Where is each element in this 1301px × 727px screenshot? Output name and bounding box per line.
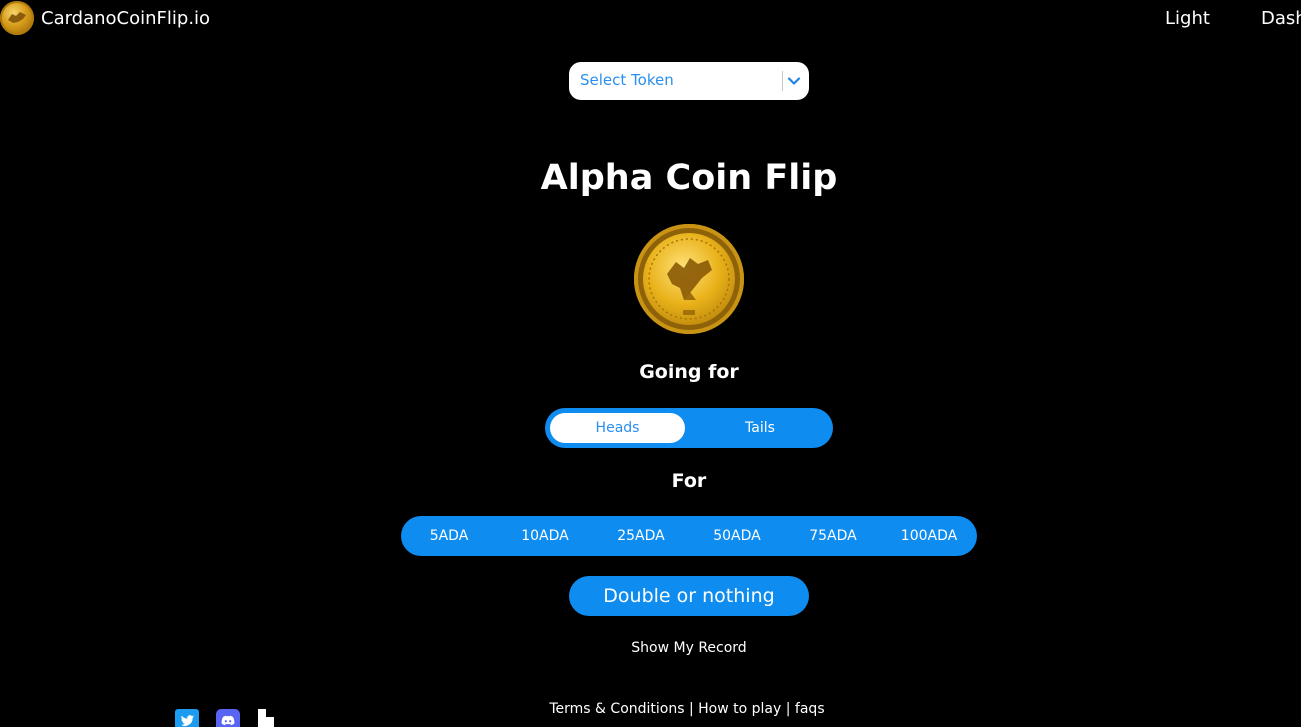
- show-record-link[interactable]: Show My Record: [0, 640, 1301, 656]
- coin-image: [634, 224, 744, 334]
- double-or-nothing-button[interactable]: Double or nothing: [569, 576, 809, 616]
- twitter-icon[interactable]: [175, 709, 199, 727]
- side-toggle: Heads Tails: [545, 408, 833, 448]
- tails-option[interactable]: Tails: [691, 413, 829, 443]
- how-to-play-link[interactable]: How to play: [698, 701, 781, 717]
- going-for-label: Going for: [639, 361, 739, 383]
- alpha-wolf-icon: [648, 238, 730, 320]
- nav-dash[interactable]: Dash: [1261, 8, 1301, 29]
- chevron-down-icon[interactable]: [787, 74, 801, 88]
- faqs-link[interactable]: faqs: [795, 701, 825, 717]
- token-select-divider: [782, 71, 783, 91]
- amount-option-5ada[interactable]: 5ADA: [401, 516, 497, 556]
- coin-logo-icon: [0, 1, 34, 35]
- amount-option-10ada[interactable]: 10ADA: [497, 516, 593, 556]
- brand-name: CardanoCoinFlip.io: [41, 7, 211, 29]
- amount-option-50ada[interactable]: 50ADA: [689, 516, 785, 556]
- token-select-placeholder: Select Token: [580, 71, 674, 89]
- brand[interactable]: CardanoCoinFlip.io: [0, 1, 211, 35]
- terms-link[interactable]: Terms & Conditions: [549, 701, 684, 717]
- amount-selector: 5ADA 10ADA 25ADA 50ADA 75ADA 100ADA: [401, 516, 977, 556]
- amount-option-75ada[interactable]: 75ADA: [785, 516, 881, 556]
- heads-option[interactable]: Heads: [550, 413, 685, 443]
- app-page: CardanoCoinFlip.io Light Dash Select Tok…: [0, 0, 1301, 727]
- discord-icon[interactable]: [216, 709, 240, 727]
- page-title: Alpha Coin Flip: [540, 158, 838, 198]
- footer-separator: |: [684, 701, 699, 717]
- footer-separator: |: [781, 701, 795, 717]
- token-select[interactable]: Select Token: [569, 62, 809, 100]
- nav-light[interactable]: Light: [1165, 8, 1210, 29]
- amount-option-25ada[interactable]: 25ADA: [593, 516, 689, 556]
- amount-option-100ada[interactable]: 100ADA: [881, 516, 977, 556]
- for-label: For: [671, 470, 707, 492]
- medium-icon[interactable]: [257, 709, 281, 727]
